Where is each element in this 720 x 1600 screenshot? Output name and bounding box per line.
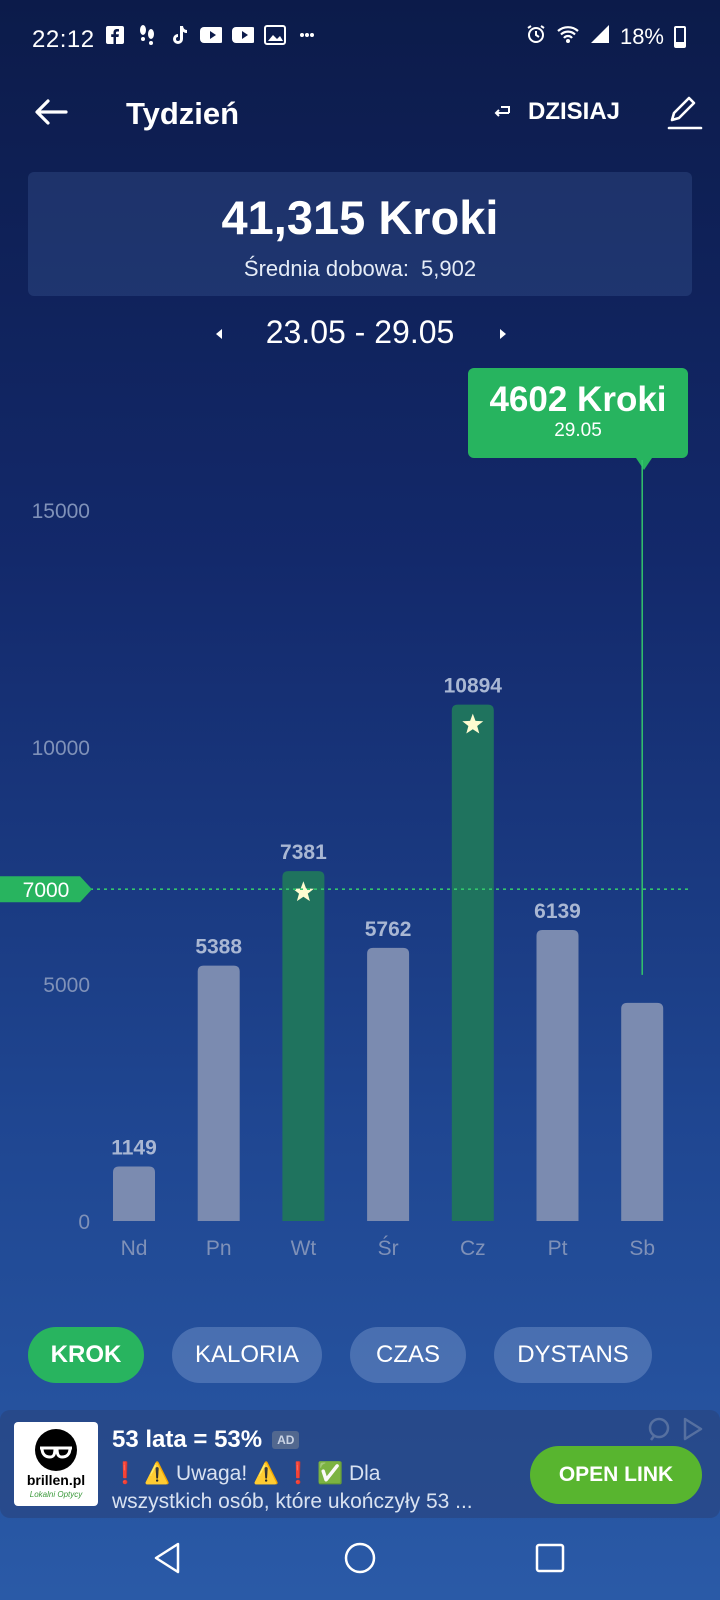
bar-value-label: 7381: [280, 841, 327, 864]
selected-day-tooltip: 4602 Kroki 29.05: [468, 368, 688, 470]
system-nav-bar: [0, 1518, 720, 1600]
daily-average-label: Średnia dobowa:: [243, 256, 410, 281]
goal-label: 7000: [23, 879, 70, 902]
x-tick-label: Nd: [121, 1237, 148, 1260]
bar-value-label: 5388: [195, 936, 242, 959]
ad-info-icon[interactable]: [646, 1416, 672, 1442]
today-label: DZISIAJ: [528, 98, 621, 125]
y-tick-label: 10000: [32, 737, 90, 760]
status-system-icons: 18%: [526, 24, 686, 50]
nav-back-icon[interactable]: [148, 1538, 188, 1578]
page-title: Tydzień: [126, 96, 240, 131]
battery-percent: 18%: [619, 24, 664, 49]
metric-tabs: KROK KALORIA CZAS DYSTANS: [28, 1327, 652, 1383]
tab-czas[interactable]: CZAS: [350, 1327, 466, 1383]
ad-badge: AD: [272, 1431, 300, 1449]
total-steps: 41,315 Kroki: [221, 191, 499, 244]
ad-title-row: 53 lata = 53% AD: [112, 1426, 300, 1454]
glasses-logo-icon: [35, 1429, 77, 1471]
footsteps-icon: [136, 24, 158, 46]
alarm-icon: [526, 24, 546, 50]
x-tick-label: Cz: [460, 1237, 486, 1260]
battery-icon: [674, 26, 686, 48]
x-tick-label: Pn: [206, 1237, 232, 1260]
bar: [367, 947, 410, 1221]
y-tick-label: 5000: [43, 974, 90, 997]
nav-recents-icon[interactable]: [530, 1538, 570, 1578]
next-week-arrow-icon[interactable]: [492, 322, 512, 346]
ad-logo-subtitle: Lokalni Optycy: [29, 1490, 83, 1499]
status-time: 22:12: [32, 26, 95, 53]
ad-text-line-1: ❗ ⚠️ Uwaga! ⚠️ ❗ ✅ Dla: [112, 1462, 381, 1485]
tooltip-date: 29.05: [554, 420, 602, 441]
x-tick-label: Pt: [548, 1237, 568, 1260]
tab-dystans[interactable]: DYSTANS: [494, 1327, 652, 1383]
nav-home-icon[interactable]: [340, 1538, 380, 1578]
signal-icon: [590, 24, 610, 50]
tiktok-icon: [168, 24, 190, 46]
bar-value-label: 6139: [534, 900, 581, 923]
bar: [621, 1002, 664, 1221]
bar-value-label: 5762: [365, 918, 412, 941]
ad-logo-text: brillen.pl: [26, 1472, 86, 1488]
bar: [113, 1166, 155, 1221]
tab-krok[interactable]: KROK: [28, 1327, 144, 1383]
bar: [451, 704, 494, 1221]
bar: [536, 930, 579, 1221]
open-link-button[interactable]: OPEN LINK: [530, 1446, 702, 1504]
today-button[interactable]: DZISIAJ: [494, 98, 620, 126]
ad-logo: brillen.pl Lokalni Optycy: [14, 1422, 98, 1506]
bar: [282, 871, 325, 1221]
ad-title: 53 lata = 53%: [112, 1426, 263, 1453]
weekly-steps-chart: 0 5000 10000 15000 1149 Nd 5388 Pn 7381 Wt 5762 Śr 1…: [0, 460, 690, 1260]
tab-kaloria[interactable]: KALORIA: [172, 1327, 322, 1383]
x-tick-label: Śr: [378, 1236, 399, 1260]
edit-pencil-icon[interactable]: [664, 92, 704, 132]
x-tick-label: Wt: [291, 1237, 317, 1260]
tooltip-steps: 4602 Kroki: [489, 380, 667, 419]
ad-choices-icon[interactable]: [680, 1416, 706, 1442]
bar: [197, 965, 240, 1221]
bar-value-label: 10894: [444, 675, 503, 698]
date-range: 23.05 - 29.05: [265, 314, 455, 350]
wifi-icon: [556, 24, 580, 50]
previous-week-arrow-icon[interactable]: [210, 322, 230, 346]
bar-value-label: 1149: [111, 1137, 157, 1160]
refresh-icon: [494, 98, 512, 126]
back-arrow-icon[interactable]: [30, 92, 70, 132]
summary-card: 41,315 Kroki Średnia dobowa: 5,902: [28, 172, 692, 296]
x-tick-label: Sb: [629, 1237, 655, 1260]
status-notification-icons: [104, 24, 318, 46]
y-tick-label: 15000: [32, 500, 90, 523]
youtube-icon: [200, 24, 222, 46]
gallery-icon: [264, 24, 286, 46]
y-tick-label: 0: [78, 1211, 90, 1234]
more-icon: [296, 24, 318, 46]
youtube-icon: [232, 24, 254, 46]
ad-banner[interactable]: brillen.pl Lokalni Optycy 53 lata = 53% …: [0, 1410, 720, 1518]
ad-text-line-2: wszystkich osób, które ukończyły 53 ...: [112, 1490, 473, 1513]
facebook-icon: [104, 24, 126, 46]
daily-average-value: 5,902: [421, 256, 477, 281]
daily-average: Średnia dobowa: 5,902: [28, 256, 692, 282]
